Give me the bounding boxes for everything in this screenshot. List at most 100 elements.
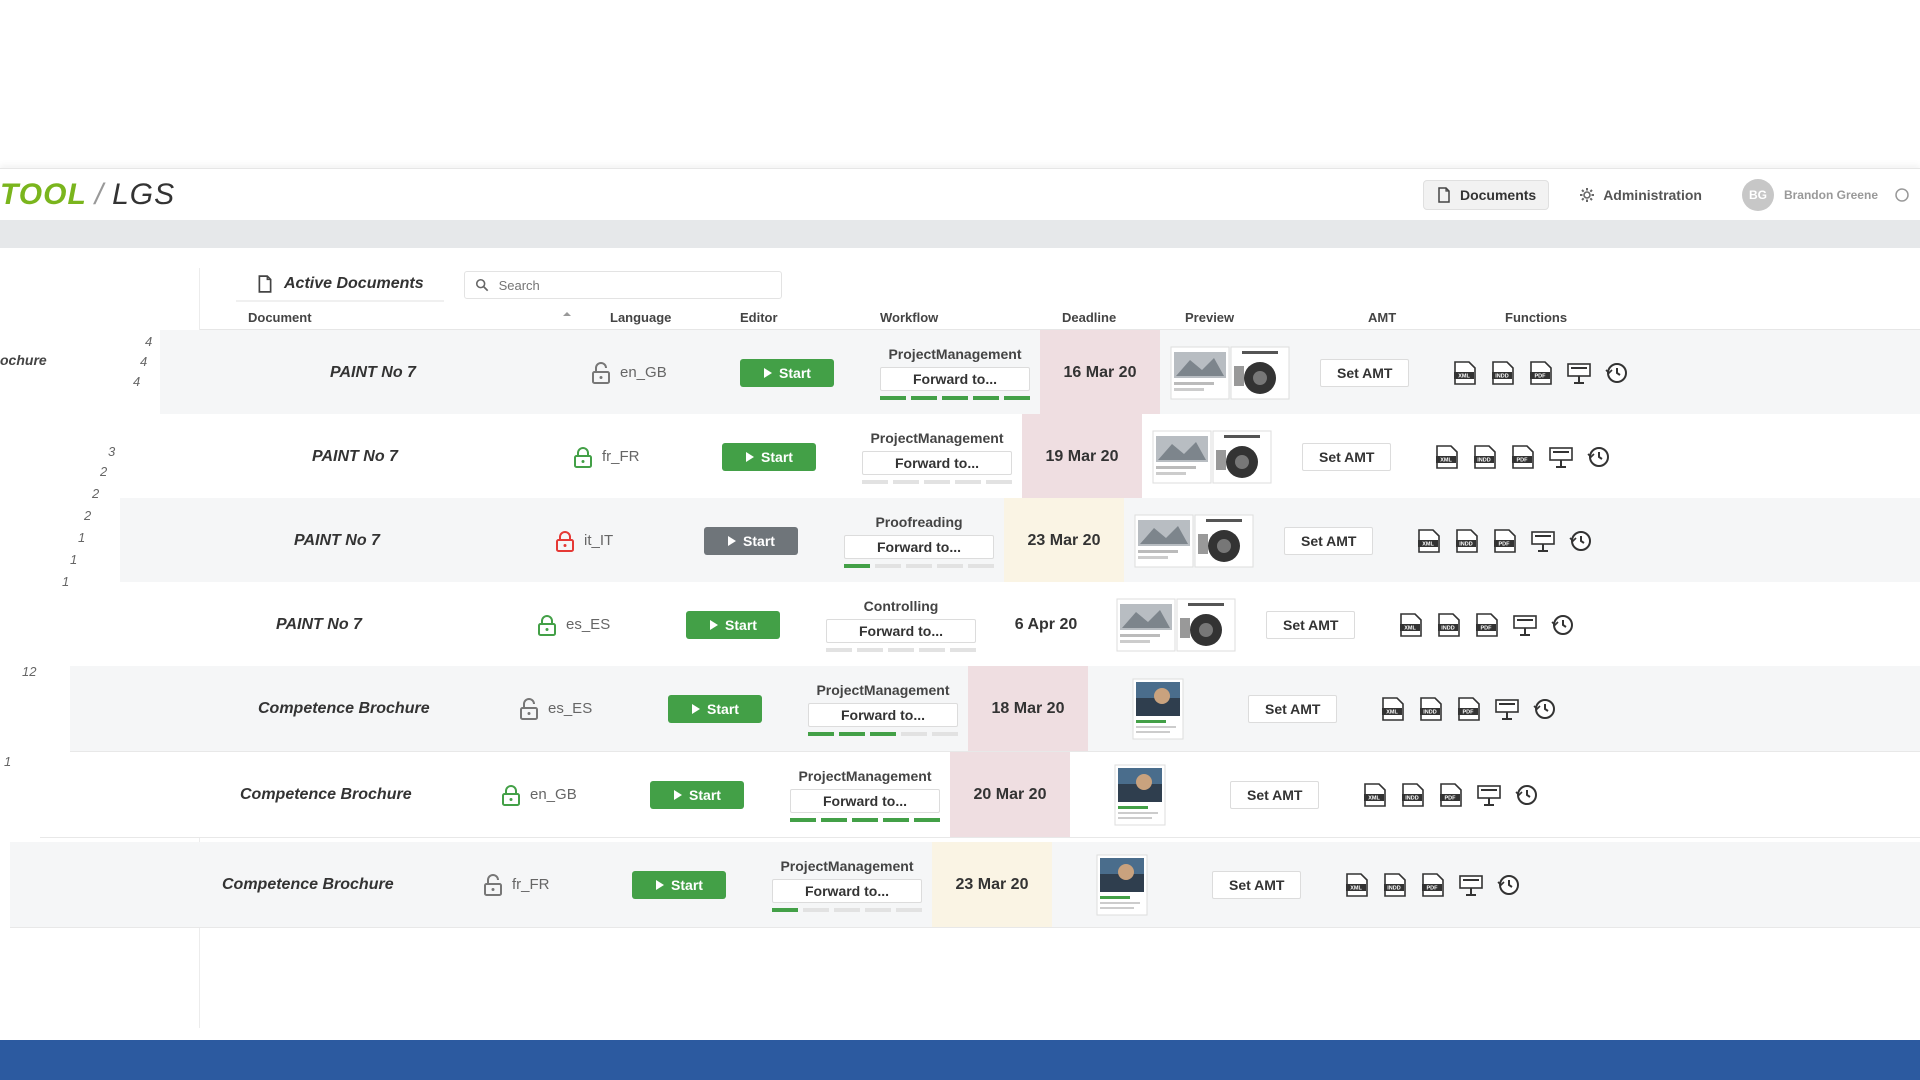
preview-thumbnail[interactable] bbox=[1096, 854, 1148, 916]
svg-text:INDD: INDD bbox=[1459, 541, 1472, 547]
search-input[interactable] bbox=[498, 277, 759, 293]
forward-to-button[interactable]: Forward to... bbox=[880, 366, 1030, 391]
pdf-file-icon[interactable]: PDF bbox=[1418, 872, 1448, 898]
start-editor-button[interactable]: Start bbox=[668, 694, 762, 723]
set-amt-button[interactable]: Set AMT bbox=[1302, 442, 1392, 471]
forward-to-button[interactable]: Forward to... bbox=[862, 450, 1012, 475]
indd-file-icon[interactable]: INDD bbox=[1434, 612, 1464, 638]
set-amt-button[interactable]: Set AMT bbox=[1320, 358, 1410, 387]
preview-thumbnail[interactable] bbox=[1134, 514, 1254, 568]
unlock-icon[interactable] bbox=[590, 361, 612, 384]
pdf-file-icon[interactable]: PDF bbox=[1508, 444, 1538, 470]
presentation-icon[interactable] bbox=[1564, 360, 1594, 386]
document-name[interactable]: PAINT No 7 bbox=[276, 616, 362, 634]
start-editor-button[interactable]: Start bbox=[650, 780, 744, 809]
indd-file-icon[interactable]: INDD bbox=[1416, 696, 1446, 722]
workflow-cell: ProjectManagement Forward to... bbox=[772, 842, 922, 927]
table-row[interactable]: PAINT No 7 it_IT Start Proofreading Forw… bbox=[120, 498, 1920, 584]
history-icon[interactable] bbox=[1602, 360, 1632, 386]
set-amt-button[interactable]: Set AMT bbox=[1284, 526, 1374, 555]
xml-file-icon[interactable]: XML bbox=[1342, 872, 1372, 898]
lock-icon[interactable] bbox=[572, 446, 594, 468]
col-language[interactable]: Language bbox=[610, 310, 671, 325]
set-amt-button[interactable]: Set AMT bbox=[1212, 870, 1302, 899]
xml-file-icon[interactable]: XML bbox=[1378, 696, 1408, 722]
preview-thumbnail[interactable] bbox=[1132, 678, 1184, 740]
document-name[interactable]: PAINT No 7 bbox=[294, 532, 380, 550]
unlock-icon[interactable] bbox=[518, 697, 540, 720]
app-logo[interactable]: TOOL / LGS bbox=[0, 178, 175, 211]
forward-to-button[interactable]: Forward to... bbox=[844, 534, 994, 559]
set-amt-button[interactable]: Set AMT bbox=[1230, 780, 1320, 809]
indd-file-icon[interactable]: INDD bbox=[1488, 360, 1518, 386]
document-name[interactable]: Competence Brochure bbox=[222, 876, 394, 894]
forward-to-button[interactable]: Forward to... bbox=[826, 618, 976, 643]
preview-thumbnail[interactable] bbox=[1116, 598, 1236, 652]
start-editor-button[interactable]: Start bbox=[722, 442, 816, 471]
history-icon[interactable] bbox=[1566, 528, 1596, 554]
presentation-icon[interactable] bbox=[1474, 782, 1504, 808]
history-icon[interactable] bbox=[1494, 872, 1524, 898]
unlock-icon[interactable] bbox=[482, 873, 504, 896]
lock-icon[interactable] bbox=[536, 614, 558, 636]
start-editor-button[interactable]: Start bbox=[632, 870, 726, 899]
preview-thumbnail[interactable] bbox=[1170, 346, 1290, 400]
xml-file-icon[interactable]: XML bbox=[1396, 612, 1426, 638]
history-icon[interactable] bbox=[1584, 444, 1614, 470]
forward-to-button[interactable]: Forward to... bbox=[772, 878, 922, 903]
pdf-file-icon[interactable]: PDF bbox=[1526, 360, 1556, 386]
logout-icon[interactable] bbox=[1894, 187, 1910, 203]
user-menu[interactable]: BG Brandon Greene bbox=[1732, 179, 1920, 211]
preview-thumbnail[interactable] bbox=[1152, 430, 1272, 484]
set-amt-button[interactable]: Set AMT bbox=[1266, 610, 1356, 639]
forward-to-button[interactable]: Forward to... bbox=[790, 788, 940, 813]
start-editor-button[interactable]: Start bbox=[740, 358, 834, 387]
history-icon[interactable] bbox=[1548, 612, 1578, 638]
col-workflow[interactable]: Workflow bbox=[880, 310, 938, 325]
tab-active-documents[interactable]: Active Documents bbox=[236, 268, 444, 302]
table-row[interactable]: PAINT No 7 es_ES Start Controlling Forwa… bbox=[100, 582, 1920, 668]
pdf-file-icon[interactable]: PDF bbox=[1490, 528, 1520, 554]
table-row[interactable]: PAINT No 7 fr_FR Start ProjectManagement… bbox=[140, 414, 1920, 500]
preview-thumbnail[interactable] bbox=[1114, 764, 1166, 826]
lock-icon[interactable] bbox=[500, 784, 522, 806]
start-editor-button[interactable]: Start bbox=[686, 610, 780, 639]
forward-to-button[interactable]: Forward to... bbox=[808, 702, 958, 727]
set-amt-button[interactable]: Set AMT bbox=[1248, 694, 1338, 723]
col-document[interactable]: Document bbox=[248, 310, 312, 325]
presentation-icon[interactable] bbox=[1492, 696, 1522, 722]
indd-file-icon[interactable]: INDD bbox=[1470, 444, 1500, 470]
table-row[interactable]: PAINT No 7 en_GB Start ProjectManagement… bbox=[160, 330, 1920, 416]
lock-icon[interactable] bbox=[554, 530, 576, 552]
pdf-file-icon[interactable]: PDF bbox=[1472, 612, 1502, 638]
document-name[interactable]: PAINT No 7 bbox=[330, 364, 416, 382]
presentation-icon[interactable] bbox=[1456, 872, 1486, 898]
indd-file-icon[interactable]: INDD bbox=[1452, 528, 1482, 554]
table-row[interactable]: Competence Brochure es_ES Start ProjectM… bbox=[70, 666, 1920, 752]
progress-segment bbox=[914, 817, 940, 822]
presentation-icon[interactable] bbox=[1528, 528, 1558, 554]
history-icon[interactable] bbox=[1530, 696, 1560, 722]
presentation-icon[interactable] bbox=[1510, 612, 1540, 638]
pdf-file-icon[interactable]: PDF bbox=[1454, 696, 1484, 722]
nav-administration[interactable]: Administration bbox=[1567, 181, 1714, 209]
table-row[interactable]: Competence Brochure fr_FR Start ProjectM… bbox=[10, 842, 1920, 928]
history-icon[interactable] bbox=[1512, 782, 1542, 808]
xml-file-icon[interactable]: XML bbox=[1450, 360, 1480, 386]
presentation-icon[interactable] bbox=[1546, 444, 1576, 470]
start-editor-button[interactable]: Start bbox=[704, 526, 798, 555]
document-name[interactable]: Competence Brochure bbox=[240, 786, 412, 804]
col-deadline[interactable]: Deadline bbox=[1062, 310, 1116, 325]
sort-icon[interactable] bbox=[562, 311, 572, 323]
indd-file-icon[interactable]: INDD bbox=[1380, 872, 1410, 898]
language-code: es_ES bbox=[566, 616, 611, 633]
nav-documents[interactable]: Documents bbox=[1422, 180, 1550, 210]
xml-file-icon[interactable]: XML bbox=[1414, 528, 1444, 554]
xml-file-icon[interactable]: XML bbox=[1432, 444, 1462, 470]
document-name[interactable]: Competence Brochure bbox=[258, 700, 430, 718]
indd-file-icon[interactable]: INDD bbox=[1398, 782, 1428, 808]
document-name[interactable]: PAINT No 7 bbox=[312, 448, 398, 466]
pdf-file-icon[interactable]: PDF bbox=[1436, 782, 1466, 808]
table-row[interactable]: Competence Brochure en_GB Start ProjectM… bbox=[40, 752, 1920, 838]
xml-file-icon[interactable]: XML bbox=[1360, 782, 1390, 808]
